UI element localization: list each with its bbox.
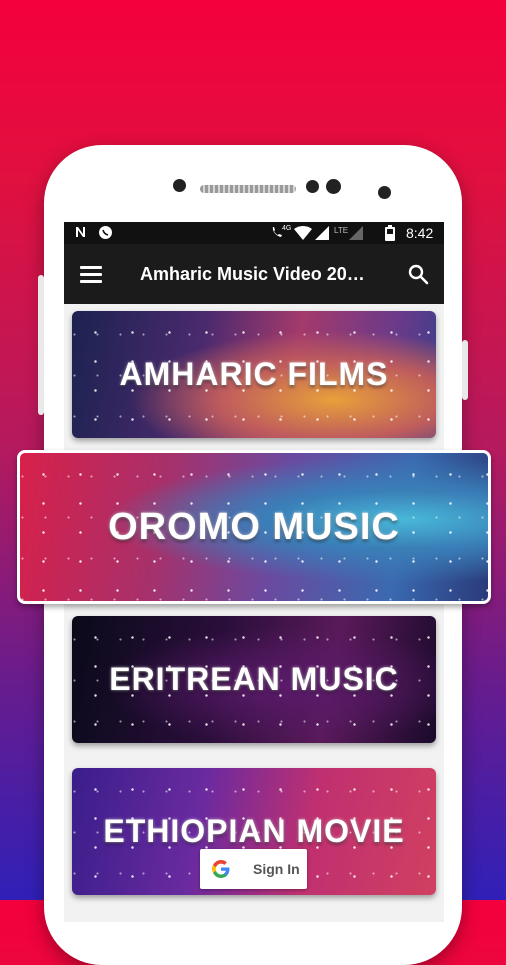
category-card-eritrean-music[interactable]: ERITREAN MUSIC bbox=[72, 616, 436, 743]
category-card-oromo-music[interactable]: OROMO MUSIC bbox=[17, 450, 491, 604]
status-bar: 4G LTE 8:42 bbox=[64, 222, 444, 244]
status-time: 8:42 bbox=[406, 225, 434, 241]
whatsapp-icon bbox=[98, 225, 113, 240]
card-label: AMHARIC FILMS bbox=[119, 356, 389, 392]
lte-signal-icon: LTE bbox=[334, 225, 364, 241]
card-label: OROMO MUSIC bbox=[108, 505, 400, 548]
front-camera bbox=[173, 179, 186, 192]
wifi-icon bbox=[294, 225, 312, 241]
sign-in-label: Sign In bbox=[253, 861, 300, 877]
search-icon[interactable] bbox=[407, 263, 429, 285]
n-notification-icon bbox=[74, 225, 88, 239]
google-sign-in-button[interactable]: Sign In bbox=[200, 849, 307, 889]
light-sensor bbox=[378, 186, 391, 199]
proximity-sensor bbox=[306, 180, 319, 193]
battery-icon bbox=[385, 225, 395, 241]
card-label: ERITREAN MUSIC bbox=[109, 661, 399, 697]
phone-side-button bbox=[462, 340, 468, 400]
category-card-amharic-films[interactable]: AMHARIC FILMS bbox=[72, 311, 436, 438]
hd-label: 4G bbox=[282, 224, 292, 232]
earpiece-speaker bbox=[200, 185, 296, 193]
call-hd-icon: 4G bbox=[270, 225, 291, 239]
phone-side-button bbox=[38, 275, 44, 415]
google-g-icon bbox=[212, 860, 230, 878]
hamburger-menu-icon[interactable] bbox=[80, 266, 102, 283]
front-camera bbox=[326, 179, 341, 194]
lte-label: LTE bbox=[334, 225, 349, 235]
signal-icon bbox=[314, 225, 330, 241]
app-bar: Amharic Music Video 20… bbox=[64, 244, 444, 304]
card-label: ETHIOPIAN MOVIE bbox=[103, 813, 405, 849]
page-title: Amharic Music Video 20… bbox=[140, 264, 365, 284]
